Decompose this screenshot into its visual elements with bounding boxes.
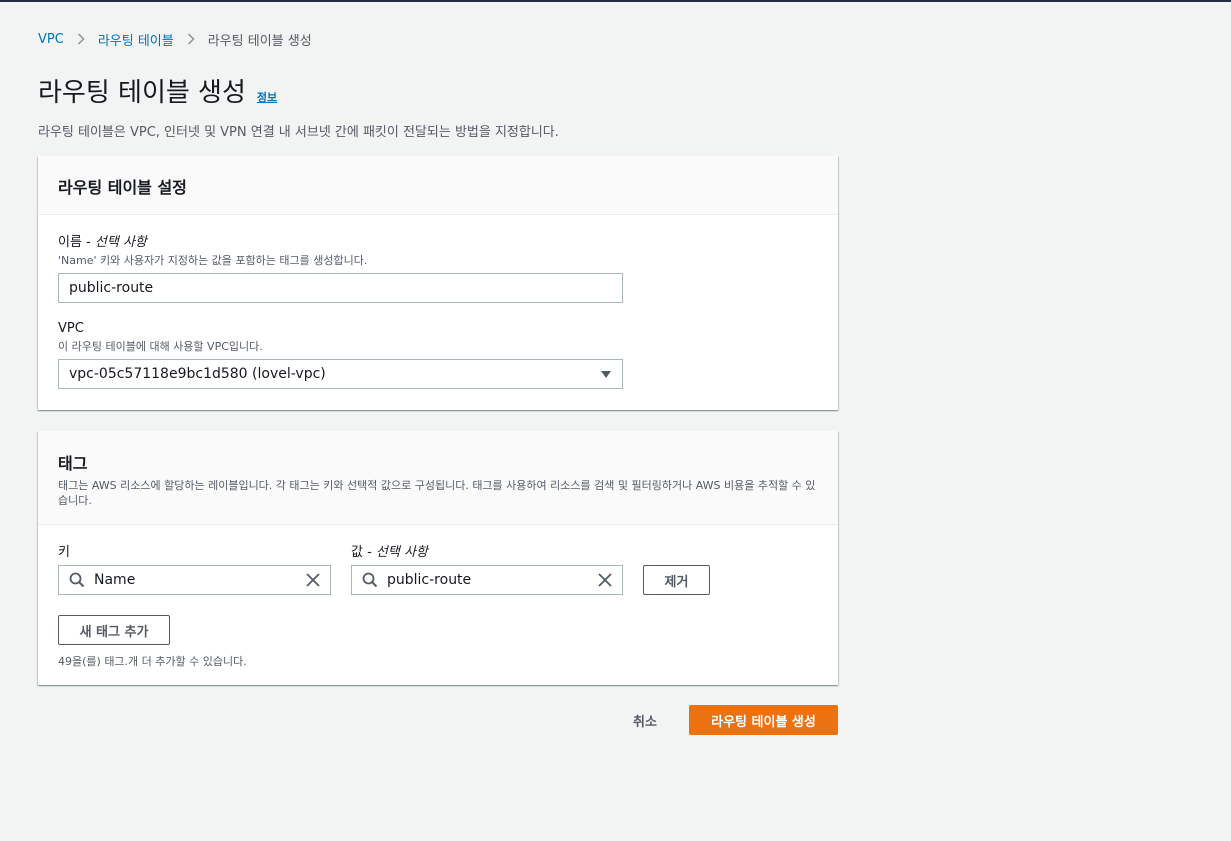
tag-key-input[interactable]: Name [58,565,331,595]
tag-value-value: public-route [387,572,472,588]
tag-key-label: 키 [58,545,70,560]
page-title-group: 라우팅 테이블 생성 정보 [38,72,277,109]
search-icon [69,572,85,588]
breadcrumb-current: 라우팅 테이블 생성 [207,33,312,49]
tags-panel: 태그 태그는 AWS 리소스에 할당하는 레이블입니다. 각 태그는 키와 선택… [38,431,838,685]
breadcrumb: VPC 라우팅 테이블 라우팅 테이블 생성 [38,30,312,49]
tags-panel-title: 태그 [58,454,88,473]
page-title: 라우팅 테이블 생성 [38,78,246,108]
name-input-value: public-route [69,280,154,296]
remaining-tags-note: 49을(를) 태그.개 더 추가할 수 있습니다. [58,655,247,668]
tag-key-value: Name [94,572,136,588]
chevron-right-icon [77,33,85,45]
settings-panel-title: 라우팅 테이블 설정 [58,178,187,197]
breadcrumb-route-tables-link[interactable]: 라우팅 테이블 [98,30,174,49]
page-description: 라우팅 테이블은 VPC, 인터넷 및 VPN 연결 내 서브넷 간에 패킷이 … [38,125,559,140]
name-field-label: 이름 - 선택 사항 [58,235,147,250]
name-field-description: 'Name' 키와 사용자가 지정하는 값을 포함하는 태그를 생성합니다. [58,254,368,267]
create-route-table-button[interactable]: 라우팅 테이블 생성 [689,705,838,735]
tag-value-label: 값 - 선택 사항 [351,545,428,560]
clear-icon[interactable] [306,573,320,587]
tag-value-input[interactable]: public-route [351,565,623,595]
vpc-field-group: VPC 이 라우팅 테이블에 대해 사용할 VPC입니다. vpc-05c571… [58,321,623,389]
route-table-settings-panel: 라우팅 테이블 설정 이름 - 선택 사항 'Name' 키와 사용자가 지정하… [38,156,838,410]
name-field-group: 이름 - 선택 사항 'Name' 키와 사용자가 지정하는 값을 포함하는 태… [58,231,623,303]
info-link[interactable]: 정보 [257,89,277,105]
tags-panel-header: 태그 태그는 AWS 리소스에 할당하는 레이블입니다. 각 태그는 키와 선택… [38,431,838,525]
search-icon [362,572,378,588]
vpc-select[interactable]: vpc-05c57118e9bc1d580 (lovel-vpc) [58,359,623,389]
vpc-select-value: vpc-05c57118e9bc1d580 (lovel-vpc) [69,366,326,382]
vpc-field-label: VPC [58,321,84,336]
name-input[interactable]: public-route [58,273,623,303]
vpc-field-description: 이 라우팅 테이블에 대해 사용할 VPC입니다. [58,340,263,353]
tags-panel-description: 태그는 AWS 리소스에 할당하는 레이블입니다. 각 태그는 키와 선택적 값… [58,479,816,507]
settings-panel-header: 라우팅 테이블 설정 [38,156,838,215]
chevron-right-icon [187,33,195,45]
caret-down-icon [600,370,612,379]
remove-tag-button[interactable]: 제거 [643,565,710,595]
breadcrumb-vpc-link[interactable]: VPC [38,32,64,47]
add-new-tag-button[interactable]: 새 태그 추가 [58,615,170,645]
cancel-button[interactable]: 취소 [620,705,670,735]
clear-icon[interactable] [598,573,612,587]
